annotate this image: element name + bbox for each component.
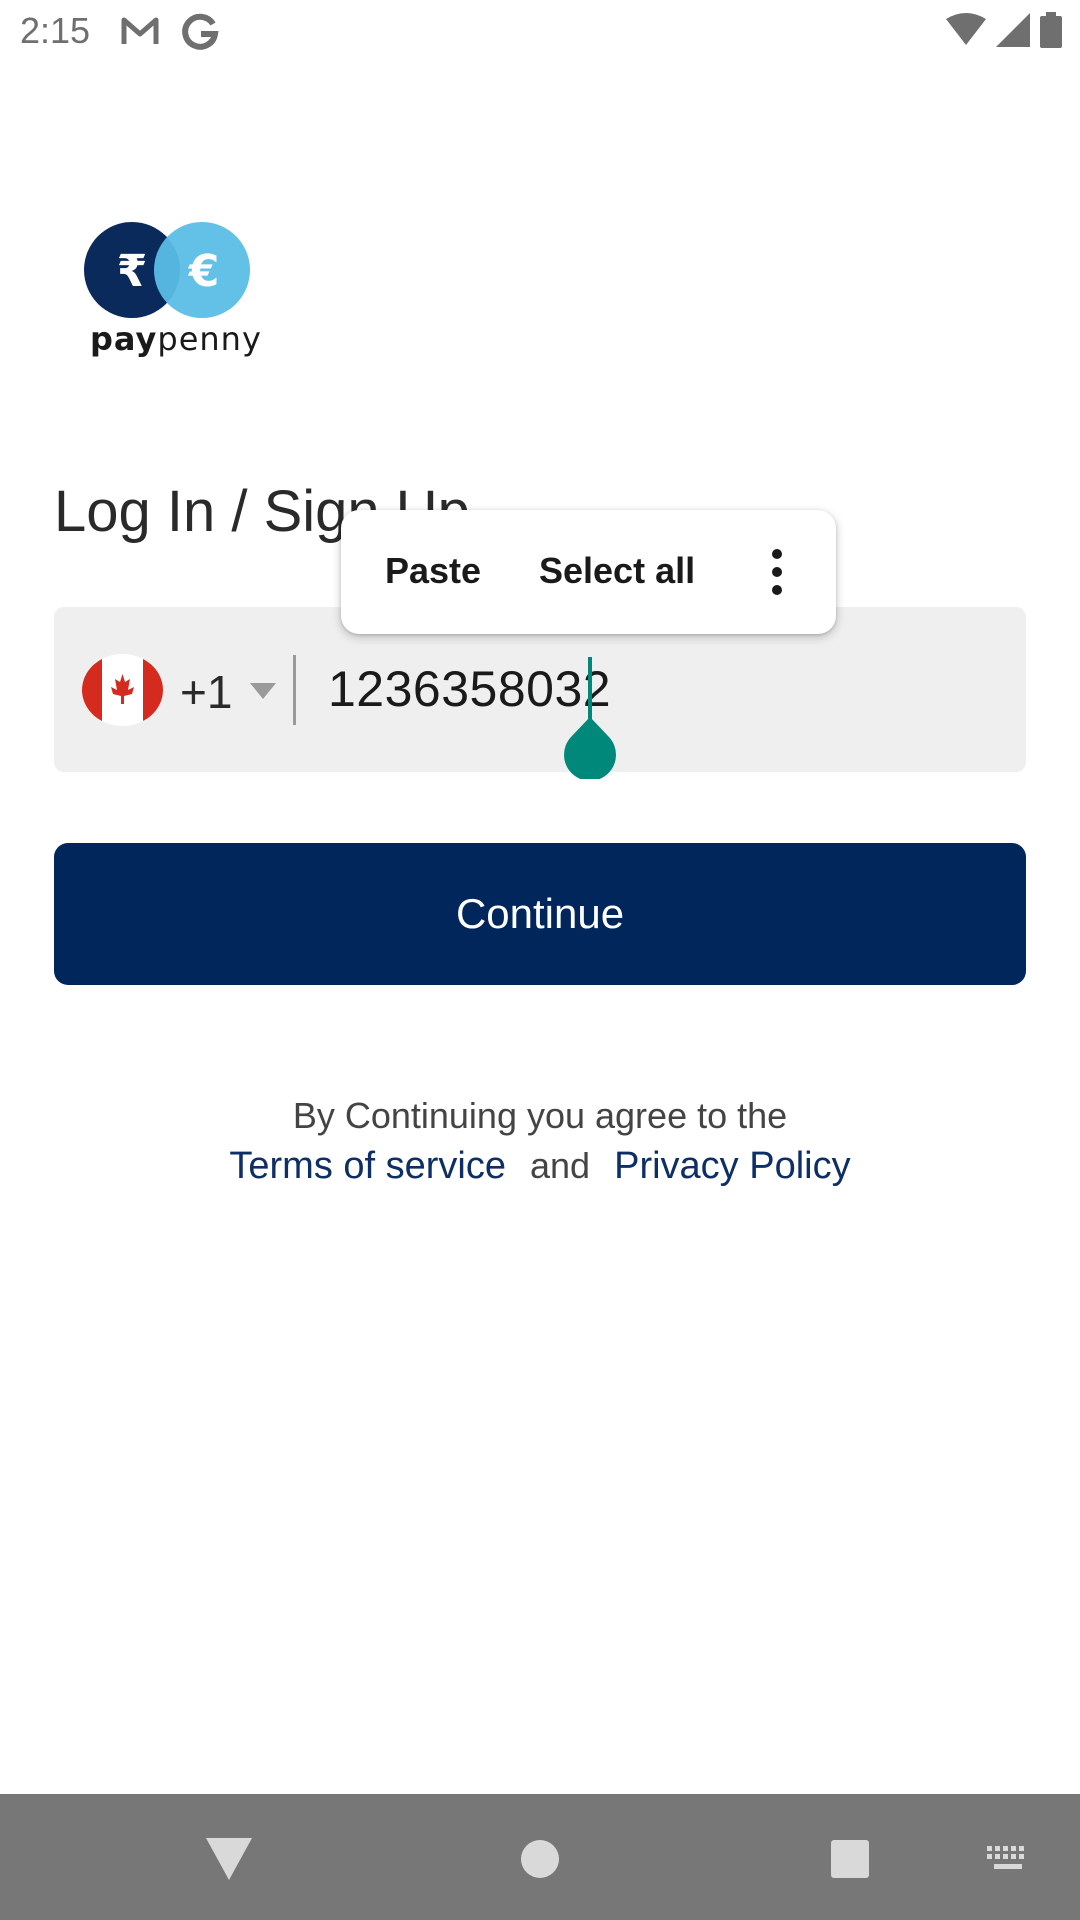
home-icon[interactable] <box>505 1824 575 1894</box>
text-context-menu: Paste Select all <box>341 510 836 634</box>
recents-icon[interactable] <box>815 1824 885 1894</box>
terms-links: Terms of service and Privacy Policy <box>0 1145 1080 1188</box>
gmail-icon <box>120 12 160 57</box>
privacy-policy-link[interactable]: Privacy Policy <box>614 1145 851 1187</box>
euro-symbol: € <box>188 246 220 297</box>
status-time: 2:15 <box>20 10 91 51</box>
battery-icon <box>1040 11 1062 53</box>
select-all-menu-item[interactable]: Select all <box>539 550 695 592</box>
dial-code[interactable]: +1 <box>180 665 232 719</box>
canada-flag-icon[interactable] <box>82 654 163 726</box>
back-icon[interactable] <box>194 1824 264 1894</box>
continue-button[interactable]: Continue <box>54 843 1026 985</box>
cursor-handle-icon[interactable] <box>563 717 617 784</box>
terms-intro: By Continuing you agree to the <box>292 1095 788 1136</box>
terms-of-service-link[interactable]: Terms of service <box>229 1145 506 1187</box>
chevron-down-icon[interactable] <box>250 683 276 704</box>
logo-mark: ₹ € <box>84 222 250 318</box>
text-cursor <box>588 657 592 725</box>
logo-text-pay: pay <box>90 320 158 358</box>
google-icon <box>180 12 220 57</box>
logo-wordmark: paypenny <box>90 320 262 358</box>
paste-menu-item[interactable]: Paste <box>385 550 481 592</box>
keyboard-icon[interactable] <box>973 1824 1043 1894</box>
status-bar: 2:15 <box>0 0 1080 64</box>
phone-input[interactable] <box>328 647 988 731</box>
rupee-symbol: ₹ <box>117 246 148 297</box>
field-divider <box>293 655 296 725</box>
paypenny-logo: ₹ € paypenny <box>84 220 261 360</box>
more-vertical-icon[interactable] <box>757 546 797 598</box>
system-nav-bar <box>0 1794 1080 1920</box>
cell-signal-icon <box>996 12 1030 52</box>
logo-text-penny: penny <box>157 320 262 358</box>
wifi-icon <box>946 12 986 52</box>
terms-and-text: and <box>530 1145 591 1186</box>
